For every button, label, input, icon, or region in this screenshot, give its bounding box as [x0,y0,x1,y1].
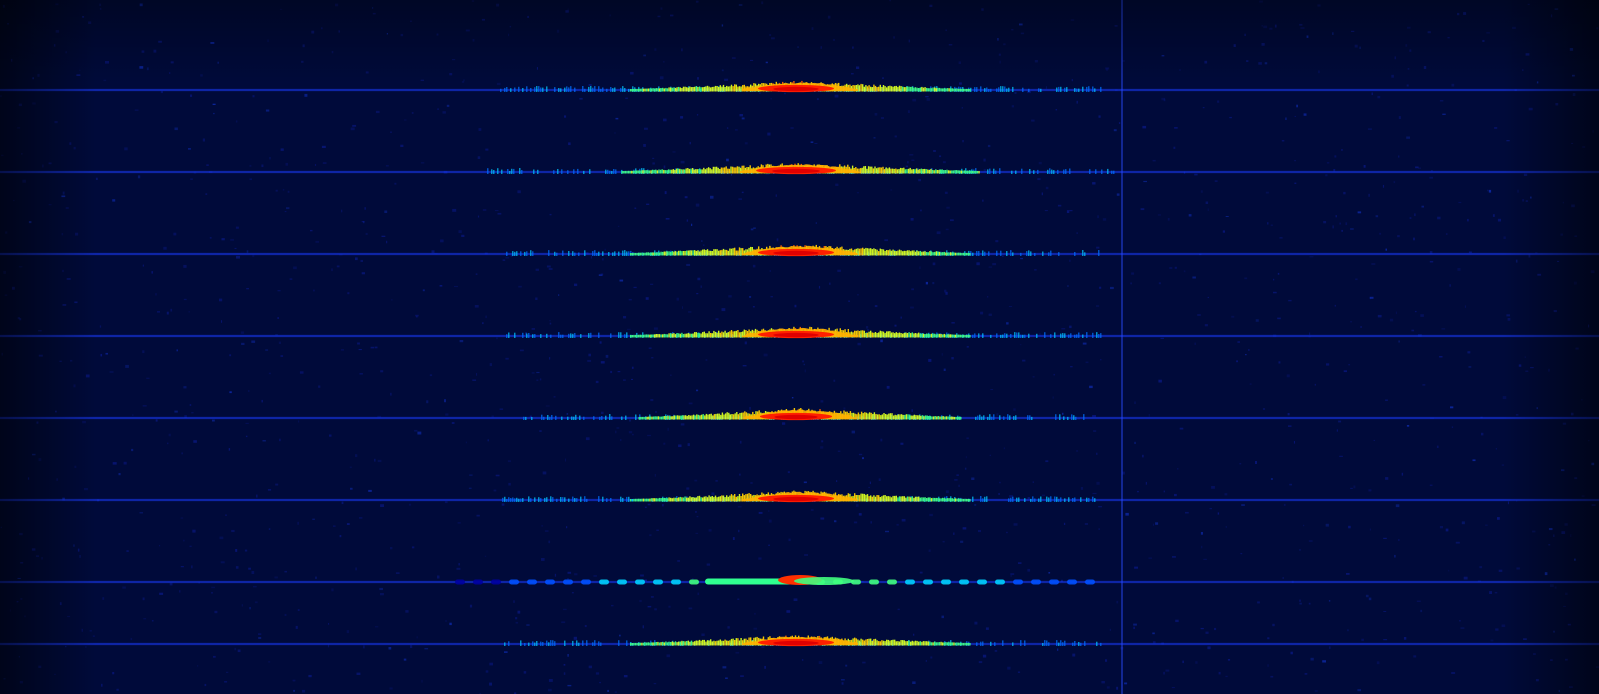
waterfall-canvas [0,0,1599,694]
spectrogram-image [0,0,1599,694]
top-vignette [0,0,1599,694]
